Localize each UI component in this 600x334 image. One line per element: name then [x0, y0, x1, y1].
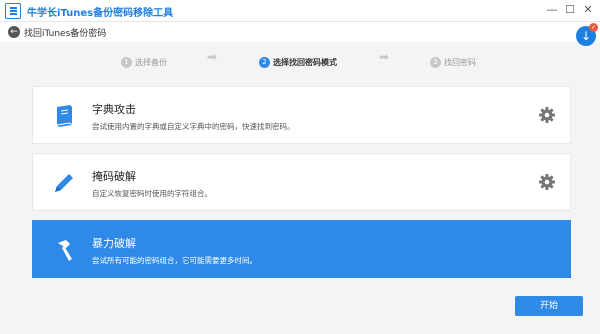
close-button[interactable]: ✕ — [581, 3, 595, 17]
mode-card-mask[interactable]: 掩码破解 自定义恢复密码时使用的字符组合。 — [32, 153, 571, 211]
mode-title: 暴力破解 — [92, 237, 136, 250]
step-arrow-icon: ➡ — [207, 50, 218, 64]
mode-description: 尝试使用内置的字典或自定义字典中的密码，快速找到密码。 — [92, 122, 295, 131]
mode-title: 掩码破解 — [92, 170, 136, 183]
step-3-number: 3 — [430, 57, 441, 68]
mode-card-brute-force[interactable]: 暴力破解 尝试所有可能的密码组合，它可能需要更多时间。 — [32, 220, 571, 278]
download-arrow-icon: ↓ — [580, 29, 592, 43]
step-2-number: 2 — [259, 57, 270, 68]
back-bar: ← 找回iTunes备份密码 — [0, 22, 600, 42]
maximize-button[interactable]: ☐ — [563, 3, 577, 17]
start-button[interactable]: 开始 — [515, 296, 583, 316]
mode-card-dictionary[interactable]: 字典攻击 尝试使用内置的字典或自定义字典中的密码，快速找到密码。 — [32, 86, 571, 144]
step-2: 2 选择找回密码模式 — [259, 52, 337, 68]
step-1: 1 选择备份 — [121, 52, 167, 68]
download-button[interactable]: ↓ ✓ — [576, 23, 598, 46]
hammer-icon — [58, 240, 72, 261]
mode-description: 尝试所有可能的密码组合，它可能需要更多时间。 — [92, 256, 257, 265]
step-arrow-icon: ➡ — [379, 50, 390, 64]
pencil-icon — [55, 174, 73, 192]
app-title: 牛学长iTunes备份密码移除工具 — [27, 8, 174, 19]
minimize-button[interactable]: — — [545, 3, 559, 17]
step-1-label: 选择备份 — [135, 58, 167, 67]
mode-description: 自定义恢复密码时使用的字符组合。 — [92, 189, 212, 198]
notification-badge: ✓ — [589, 23, 598, 32]
title-bar: 牛学长iTunes备份密码移除工具 — ☐ ✕ — [0, 0, 600, 22]
step-3: 3 找回密码 — [430, 52, 476, 68]
step-2-label: 选择找回密码模式 — [273, 58, 337, 67]
app-logo-icon — [5, 3, 21, 19]
step-3-label: 找回密码 — [444, 58, 476, 67]
gear-icon[interactable] — [538, 173, 556, 191]
back-arrow-icon[interactable]: ← — [8, 26, 20, 38]
book-icon — [56, 105, 73, 127]
mode-title: 字典攻击 — [92, 103, 136, 116]
back-label[interactable]: 找回iTunes备份密码 — [24, 26, 106, 39]
gear-icon[interactable] — [538, 106, 556, 124]
step-indicator: 1 选择备份 ➡ 2 选择找回密码模式 ➡ 3 找回密码 — [0, 48, 600, 68]
step-1-number: 1 — [121, 57, 132, 68]
